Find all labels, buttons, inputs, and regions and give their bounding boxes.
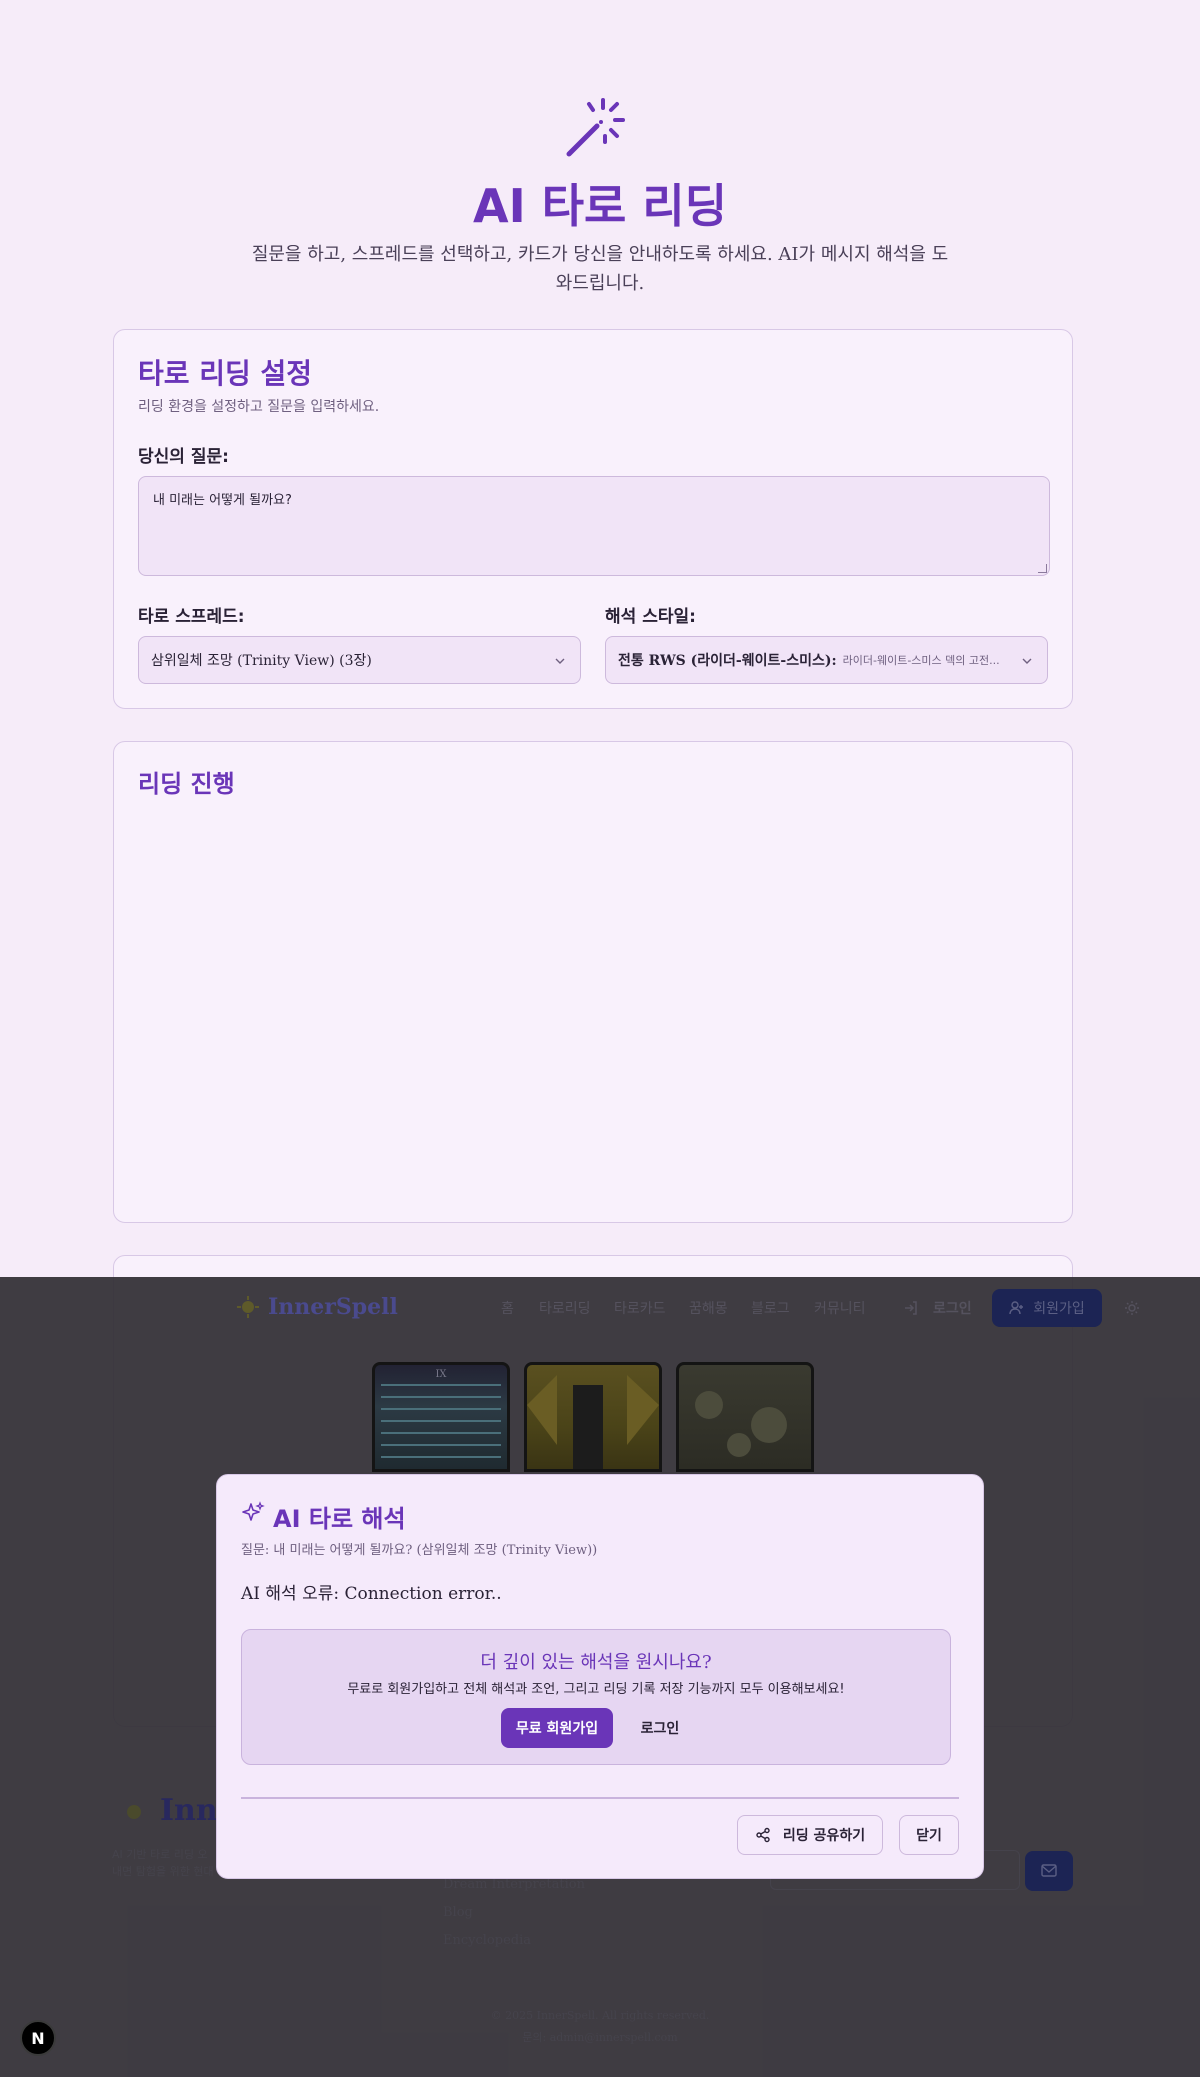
settings-title: 타로 리딩 설정 [138, 357, 313, 390]
share-reading-button[interactable]: 리딩 공유하기 [737, 1815, 883, 1855]
share-icon [756, 1827, 770, 1843]
next-dev-badge[interactable]: N [20, 2020, 56, 2056]
settings-card: 타로 리딩 설정 리딩 환경을 설정하고 질문을 입력하세요. 당신의 질문: … [113, 329, 1073, 709]
footer-link-encyclopedia[interactable]: Encyclopedia [443, 1933, 531, 1948]
chevron-down-icon [555, 658, 565, 664]
question-label: 당신의 질문: [138, 447, 229, 467]
resize-handle[interactable] [1038, 564, 1047, 573]
nav-item-tarot-cards[interactable]: 타로카드 [614, 1298, 666, 1318]
card-art [695, 1391, 787, 1457]
footer-copyright: © 2025 InnerSpell. All rights reserved. [490, 2009, 710, 2022]
brand-logo-icon [237, 1296, 259, 1318]
settings-description: 리딩 환경을 설정하고 질문을 입력하세요. [138, 399, 380, 415]
user-plus-icon [1009, 1301, 1024, 1315]
footer-link-dream[interactable]: Dream Interpretation [443, 1877, 585, 1892]
free-signup-button[interactable]: 무료 회원가입 [501, 1708, 613, 1748]
style-select[interactable]: 전통 RWS (라이더-웨이트-스미스): 라이더-웨이트-스미스 덱의 고전.… [605, 636, 1048, 684]
sparkles-icon [242, 1501, 265, 1521]
spread-value: 삼위일체 조망 (Trinity View) (3장) [151, 653, 372, 669]
tarot-card-1: IX [372, 1362, 510, 1472]
reading-progress-card: 리딩 진행 [113, 741, 1073, 1223]
style-value-detail: 라이더-웨이트-스미스 덱의 고전... [842, 654, 1000, 667]
interpretation-error: AI 해석 오류: Connection error.. [241, 1584, 502, 1604]
newsletter-submit-button[interactable] [1025, 1851, 1073, 1891]
footer-link-blog[interactable]: Blog [443, 1905, 473, 1920]
card-art: IX [381, 1369, 501, 1458]
nav-item-home[interactable]: 홈 [501, 1298, 514, 1318]
question-value: 내 미래는 어떻게 될까요? [153, 493, 292, 508]
footer-logo-icon [127, 1805, 141, 1819]
spread-select[interactable]: 삼위일체 조망 (Trinity View) (3장) [138, 636, 581, 684]
style-value: 전통 RWS (라이더-웨이트-스미스): [618, 653, 837, 669]
card-art [527, 1375, 659, 1469]
footer-desc-line: AI 기반 타로 리딩 오 [112, 1848, 208, 1861]
nav-item-tarot-reading[interactable]: 타로리딩 [539, 1298, 591, 1318]
nav-item-community[interactable]: 커뮤니티 [814, 1298, 866, 1318]
question-textarea[interactable]: 내 미래는 어떻게 될까요? [138, 476, 1050, 576]
nav-login[interactable]: 로그인 [933, 1298, 972, 1318]
nav-item-blog[interactable]: 블로그 [751, 1298, 790, 1318]
spread-label: 타로 스프레드: [138, 607, 245, 627]
nav-signup-label: 회원가입 [1033, 1301, 1085, 1317]
footer-contact: 문의: admin@innerspell.com [522, 2031, 678, 2044]
ai-interpretation-dialog: AI 타로 해석 질문: 내 미래는 어떻게 될까요? (삼위일체 조망 (Tr… [216, 1474, 984, 1879]
tarot-card-2 [524, 1362, 662, 1472]
page-title: AI 타로 리딩 [472, 179, 728, 233]
close-dialog-button[interactable]: 닫기 [899, 1815, 959, 1855]
footer-desc-line: 내면 탐험을 위한 현대 [112, 1865, 214, 1878]
chevron-down-icon [1022, 658, 1032, 664]
login-icon [905, 1301, 917, 1315]
nav-item-dream[interactable]: 꿈해몽 [689, 1298, 728, 1318]
svg-text:IX: IX [435, 1369, 447, 1380]
share-label: 리딩 공유하기 [782, 1828, 866, 1844]
promo-login-button[interactable]: 로그인 [625, 1708, 695, 1748]
progress-title: 리딩 진행 [138, 770, 235, 798]
dialog-title: AI 타로 해석 [273, 1505, 406, 1533]
promo-title: 더 깊이 있는 해석을 원시나요? [480, 1652, 712, 1673]
theme-toggle-icon[interactable] [1124, 1300, 1140, 1316]
mail-icon [1041, 1864, 1057, 1877]
signup-promo-box: 더 깊이 있는 해석을 원시나요? 무료로 회원가입하고 전체 해석과 조언, … [241, 1629, 951, 1765]
promo-description: 무료로 회원가입하고 전체 해석과 조언, 그리고 리딩 기록 저장 기능까지 … [347, 1682, 845, 1697]
page-subtitle: 질문을 하고, 스프레드를 선택하고, 카드가 당신을 안내하도록 하세요. A… [251, 244, 949, 294]
tarot-card-3 [676, 1362, 814, 1472]
magic-wand-icon [566, 98, 625, 157]
dialog-divider [241, 1797, 959, 1799]
dialog-question: 질문: 내 미래는 어떻게 될까요? (삼위일체 조망 (Trinity Vie… [241, 1543, 598, 1558]
nav-signup-button[interactable]: 회원가입 [992, 1289, 1102, 1327]
footer-description: AI 기반 타로 리딩 오 내면 탐험을 위한 현대 [112, 1846, 214, 1880]
style-label: 해석 스타일: [605, 607, 696, 627]
nav-brand[interactable]: InnerSpell [268, 1294, 398, 1320]
